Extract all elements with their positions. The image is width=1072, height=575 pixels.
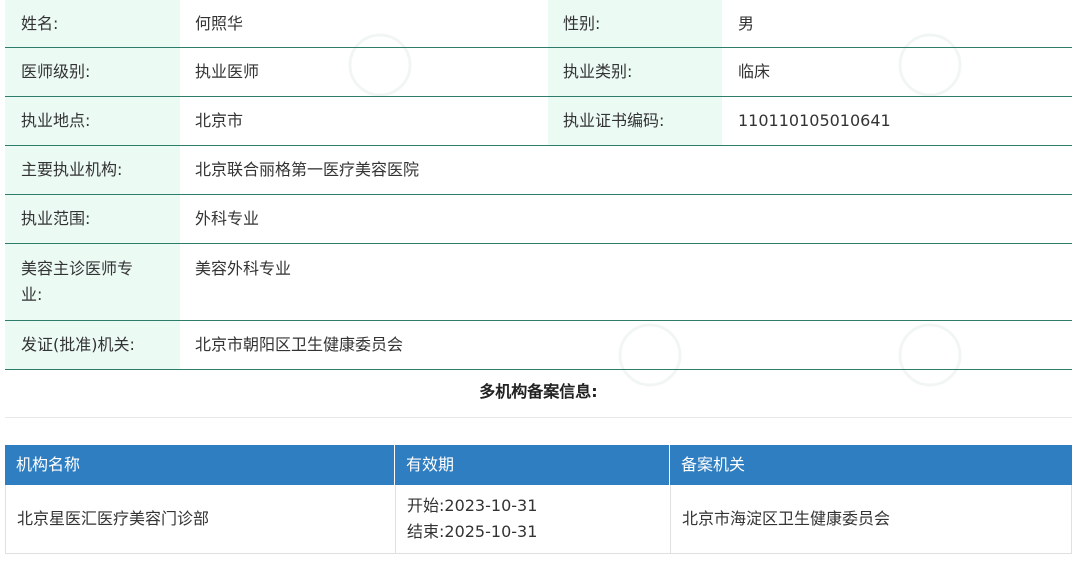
records-table: 机构名称 有效期 备案机关 北京星医汇医疗美容门诊部 开始:2023-10-31… [5,445,1072,554]
info-row-specialty: 美容主诊医师专 业: 美容外科专业 [5,244,1072,321]
institution-label: 主要执业机构: [5,146,180,194]
cert-value: 110110105010641 [738,111,891,130]
table-row: 北京星医汇医疗美容门诊部 开始:2023-10-31 结束:2025-10-31… [5,485,1072,554]
authority-label: 发证(批准)机关: [5,321,180,369]
doctor-info-page: 姓名: 何照华 性别: 男 医师级别: 执业医师 执业类别: 临床 执业地点: … [0,0,1072,575]
info-row-authority: 发证(批准)机关: 北京市朝阳区卫生健康委员会 [5,321,1072,370]
record-end-date: 结束:2025-10-31 [407,522,538,541]
scope-label: 执业范围: [5,195,180,243]
level-label: 医师级别: [5,48,180,96]
location-value: 北京市 [195,111,244,130]
institution-value: 北京联合丽格第一医疗美容医院 [195,160,420,179]
info-row-scope: 执业范围: 外科专业 [5,195,1072,244]
record-start-date: 开始:2023-10-31 [407,496,538,515]
gender-value: 男 [738,14,755,33]
cert-label: 执业证书编码: [548,97,722,145]
info-row-location-cert: 执业地点: 北京市 执业证书编码: 110110105010641 [5,97,1072,146]
name-label: 姓名: [5,0,180,47]
info-row-level-category: 医师级别: 执业医师 执业类别: 临床 [5,48,1072,97]
header-authority: 备案机关 [681,455,746,474]
info-row-institution: 主要执业机构: 北京联合丽格第一医疗美容医院 [5,146,1072,195]
header-validity: 有效期 [395,445,670,485]
specialty-label-line2: 业: [21,285,43,304]
record-institution: 北京星医汇医疗美容门诊部 [6,485,396,553]
records-table-header: 机构名称 有效期 备案机关 [5,445,1072,485]
specialty-value: 美容外科专业 [195,259,292,278]
name-value: 何照华 [195,14,244,33]
records-section-title: 多机构备案信息: [5,366,1072,418]
header-institution: 机构名称 [5,445,395,485]
gender-label: 性别: [548,0,722,47]
scope-value: 外科专业 [195,209,260,228]
specialty-label: 美容主诊医师专 业: [5,244,180,320]
level-value: 执业医师 [195,62,260,81]
authority-value: 北京市朝阳区卫生健康委员会 [195,335,404,354]
doctor-info-table: 姓名: 何照华 性别: 男 医师级别: 执业医师 执业类别: 临床 执业地点: … [5,0,1072,370]
category-value: 临床 [738,62,771,81]
specialty-label-line1: 美容主诊医师专 [21,259,134,278]
info-row-name-gender: 姓名: 何照华 性别: 男 [5,0,1072,48]
category-label: 执业类别: [548,48,722,96]
record-validity: 开始:2023-10-31 结束:2025-10-31 [396,485,671,553]
record-authority: 北京市海淀区卫生健康委员会 [671,485,1072,553]
location-label: 执业地点: [5,97,180,145]
